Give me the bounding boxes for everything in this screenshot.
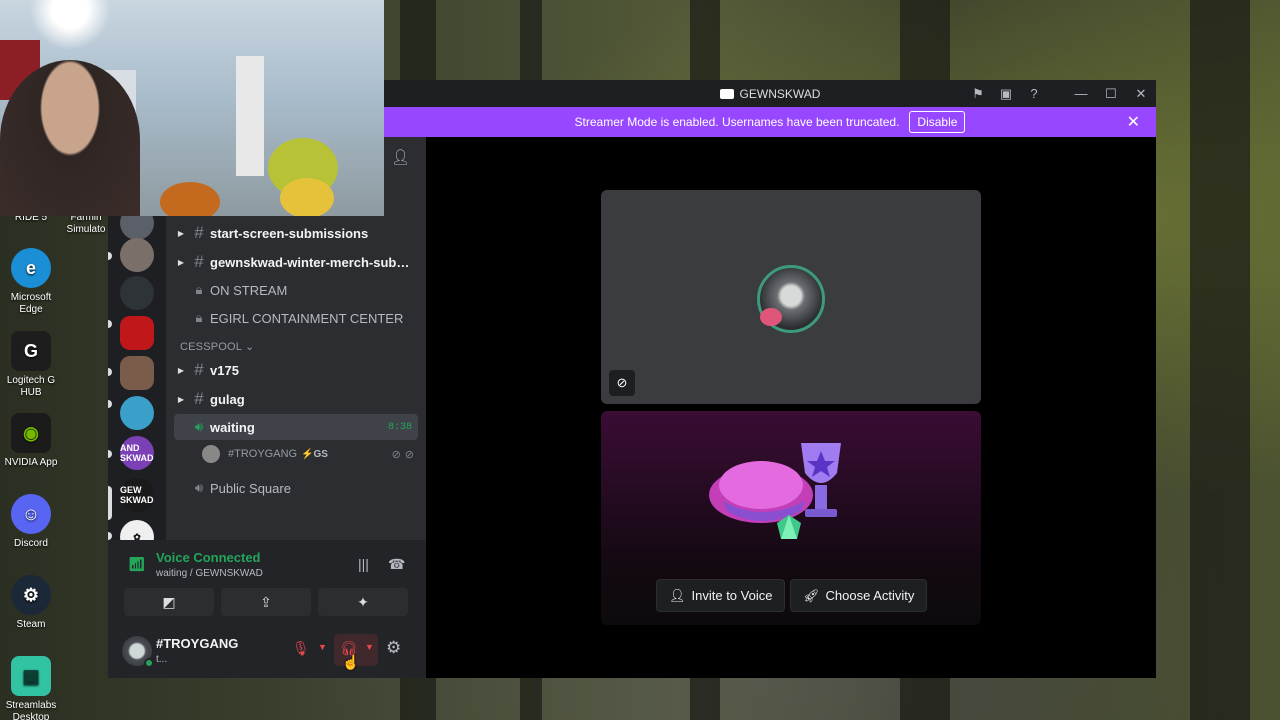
voice-location: waiting / GEWNSKWAD <box>156 568 263 579</box>
desktop-shortcut-logitech[interactable]: G Logitech G HUB <box>0 331 62 399</box>
screen-share-button[interactable]: ⇪ <box>221 588 311 616</box>
activities-icon: ✦ <box>357 593 369 610</box>
muted-deafened-icons: ⊘⊘ <box>391 448 418 461</box>
voice-status[interactable]: Voice Connected <box>156 550 261 565</box>
desktop-shortcut-nvidia[interactable]: ◉ NVIDIA App <box>0 413 62 469</box>
desktop-shortcut-steam[interactable]: ⚙ Steam <box>0 575 62 631</box>
chevron-down-icon: ⌄ <box>244 341 255 353</box>
hash-icon: # <box>194 252 204 271</box>
speaker-icon: 🔊︎ <box>194 419 204 434</box>
screen-share-icon: ⇪ <box>260 593 272 610</box>
server-icon[interactable] <box>120 238 154 272</box>
hash-icon: # <box>194 360 204 379</box>
disable-streamer-mode-button[interactable]: Disable <box>909 111 966 133</box>
close-banner-icon[interactable]: ✕ <box>1127 112 1140 132</box>
add-user-icon: 👤︎ <box>669 587 686 603</box>
voice-channel-active[interactable]: 🔊︎ waiting 8:38 <box>174 414 418 440</box>
screen-icon[interactable]: ▣ <box>992 86 1020 102</box>
camera-off-icon: ⊘ <box>609 370 635 396</box>
server-icon[interactable] <box>120 316 154 350</box>
server-rail: AND SKWAD GEW SKWAD ✿ <box>108 206 166 554</box>
text-channel[interactable]: ▶ # start-screen-submissions <box>174 220 418 246</box>
voice-panel: 📶︎ Voice Connected waiting / GEWNSKWAD |… <box>108 540 426 678</box>
activity-illustration-icon <box>709 443 841 539</box>
server-icon[interactable] <box>120 356 154 390</box>
close-icon[interactable]: ✕ <box>1126 86 1156 102</box>
server-icon[interactable] <box>120 396 154 430</box>
streamer-mode-text: Streamer Mode is enabled. Usernames have… <box>574 115 900 129</box>
chevron-down-icon[interactable]: ▼ <box>318 642 327 652</box>
lock-icon: 🔒︎ <box>195 310 203 325</box>
rocket-icon: 🚀︎ <box>803 587 820 603</box>
streamer-mode-banner: Streamer Mode is enabled. Usernames have… <box>384 107 1156 137</box>
collapse-caret-icon: ▶ <box>177 257 185 267</box>
text-channel[interactable]: ▶ # gewnskwad-winter-merch-submi... <box>174 249 418 275</box>
invite-to-voice-button[interactable]: 👤︎ Invite to Voice <box>656 579 786 612</box>
user-tag: ⚡GS <box>301 448 328 460</box>
participant-tile[interactable]: ⊘ <box>601 190 981 404</box>
voice-stage: ⊘ 👤︎ Invite to Voice 🚀︎ Choose Activity <box>426 137 1156 678</box>
activity-tile: 👤︎ Invite to Voice 🚀︎ Choose Activity <box>601 411 981 625</box>
chevron-down-icon[interactable]: ▼ <box>365 642 374 652</box>
add-member-icon[interactable]: 👤︎ <box>391 148 410 166</box>
steam-icon: ⚙ <box>11 575 51 615</box>
desktop-shortcut-discord[interactable]: ☺ Discord <box>0 494 62 550</box>
participant-avatar <box>757 265 825 333</box>
server-logo-icon <box>719 89 734 100</box>
activities-button[interactable]: ✦ <box>318 588 408 616</box>
nvidia-icon: ◉ <box>11 413 51 453</box>
help-icon[interactable]: ? <box>1020 86 1048 101</box>
edge-icon: e <box>11 248 51 288</box>
title-bar: GEWNSKWAD ⚑ ▣ ? — ☐ ✕ <box>384 80 1156 107</box>
text-channel[interactable]: ▶ # v175 <box>174 357 418 383</box>
webcam-overlay <box>0 0 384 216</box>
online-status-dot <box>144 658 154 668</box>
mouse-cursor-icon: ☝ <box>342 654 360 670</box>
desktop-shortcut-streamlabs[interactable]: ▣ Streamlabs Desktop <box>0 656 62 720</box>
locked-channel[interactable]: 🔒︎ EGIRL CONTAINMENT CENTER <box>174 305 418 331</box>
hash-icon: # <box>194 223 204 242</box>
speaker-icon: 🔊︎ <box>194 480 204 495</box>
username[interactable]: #TROYGANG <box>156 636 238 651</box>
maximize-icon[interactable]: ☐ <box>1096 86 1126 102</box>
avatar <box>202 445 220 463</box>
minimize-icon[interactable]: — <box>1066 86 1096 101</box>
flag-icon[interactable]: ⚑ <box>964 86 992 102</box>
server-icon[interactable]: GEW SKWAD <box>120 478 154 512</box>
voice-timer: 8:38 <box>387 421 412 433</box>
hash-icon: # <box>194 389 204 408</box>
server-icon[interactable] <box>120 276 154 310</box>
category-header[interactable]: CESSPOOL ⌄ <box>180 340 254 353</box>
text-channel[interactable]: ▶ # gulag <box>174 386 418 412</box>
streamlabs-icon: ▣ <box>11 656 51 696</box>
collapse-caret-icon: ▶ <box>177 394 185 404</box>
camera-off-icon: ◩ <box>162 593 176 610</box>
mic-muted-icon[interactable]: 🎙︎ <box>292 640 310 657</box>
signal-icon: 📶︎ <box>128 556 146 572</box>
desktop-shortcut-edge[interactable]: e Microsoft Edge <box>0 248 62 316</box>
gear-icon[interactable]: ⚙ <box>386 638 401 658</box>
logitech-icon: G <box>11 331 51 371</box>
collapse-caret-icon: ▶ <box>177 365 185 375</box>
tree-trunk <box>1190 0 1250 720</box>
locked-channel[interactable]: 🔒︎ ON STREAM <box>174 277 418 303</box>
disconnect-icon[interactable]: ☎ <box>388 556 405 573</box>
video-toggle-button[interactable]: ◩ <box>124 588 214 616</box>
user-panel: #TROYGANG t... 🎙︎ ▼ 🎧︎ ▼ ⚙ <box>108 628 426 678</box>
voice-user[interactable]: #TROYGANG ⚡GS ⊘⊘ <box>202 442 418 466</box>
noise-suppression-icon[interactable]: ||| <box>358 556 369 572</box>
voice-channel[interactable]: 🔊︎ Public Square <box>174 475 418 501</box>
server-icon[interactable]: AND SKWAD <box>120 436 154 470</box>
lock-icon: 🔒︎ <box>195 282 203 297</box>
collapse-caret-icon: ▶ <box>177 228 185 238</box>
discord-icon: ☺ <box>11 494 51 534</box>
choose-activity-button[interactable]: 🚀︎ Choose Activity <box>790 579 928 612</box>
avatar[interactable] <box>122 636 154 668</box>
user-status: t... <box>156 654 168 665</box>
